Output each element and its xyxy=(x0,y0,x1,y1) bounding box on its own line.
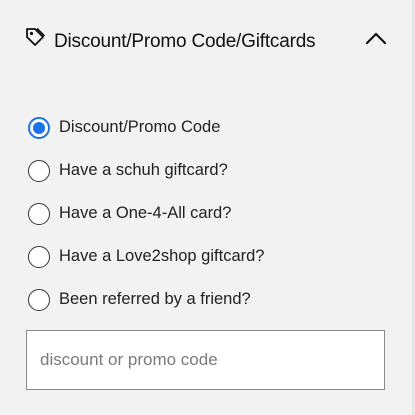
promo-panel: Discount/Promo Code/Giftcards Discount/P… xyxy=(0,0,415,415)
radio-unselected[interactable] xyxy=(28,288,50,311)
option-list: Discount/Promo Code Have a schuh giftcar… xyxy=(28,106,378,321)
option-love2shop-giftcard[interactable]: Have a Love2shop giftcard? xyxy=(28,235,378,278)
option-referred-by-friend[interactable]: Been referred by a friend? xyxy=(28,278,378,321)
tag-icon xyxy=(24,26,46,48)
option-schuh-giftcard[interactable]: Have a schuh giftcard? xyxy=(28,149,378,192)
promo-code-input[interactable] xyxy=(26,330,385,390)
option-label: Have a schuh giftcard? xyxy=(59,161,228,179)
chevron-up-icon[interactable] xyxy=(364,30,388,46)
section-title: Discount/Promo Code/Giftcards xyxy=(54,31,316,52)
option-label: Been referred by a friend? xyxy=(59,290,251,308)
radio-unselected[interactable] xyxy=(28,245,50,268)
section-header[interactable]: Discount/Promo Code/Giftcards xyxy=(24,22,394,62)
option-label: Discount/Promo Code xyxy=(59,118,221,136)
option-label: Have a One-4-All card? xyxy=(59,204,232,222)
option-one-4-all-card[interactable]: Have a One-4-All card? xyxy=(28,192,378,235)
option-discount-promo-code[interactable]: Discount/Promo Code xyxy=(28,106,378,149)
option-label: Have a Love2shop giftcard? xyxy=(59,247,265,265)
radio-selected[interactable] xyxy=(28,116,50,139)
radio-unselected[interactable] xyxy=(28,159,50,182)
radio-unselected[interactable] xyxy=(28,202,50,225)
